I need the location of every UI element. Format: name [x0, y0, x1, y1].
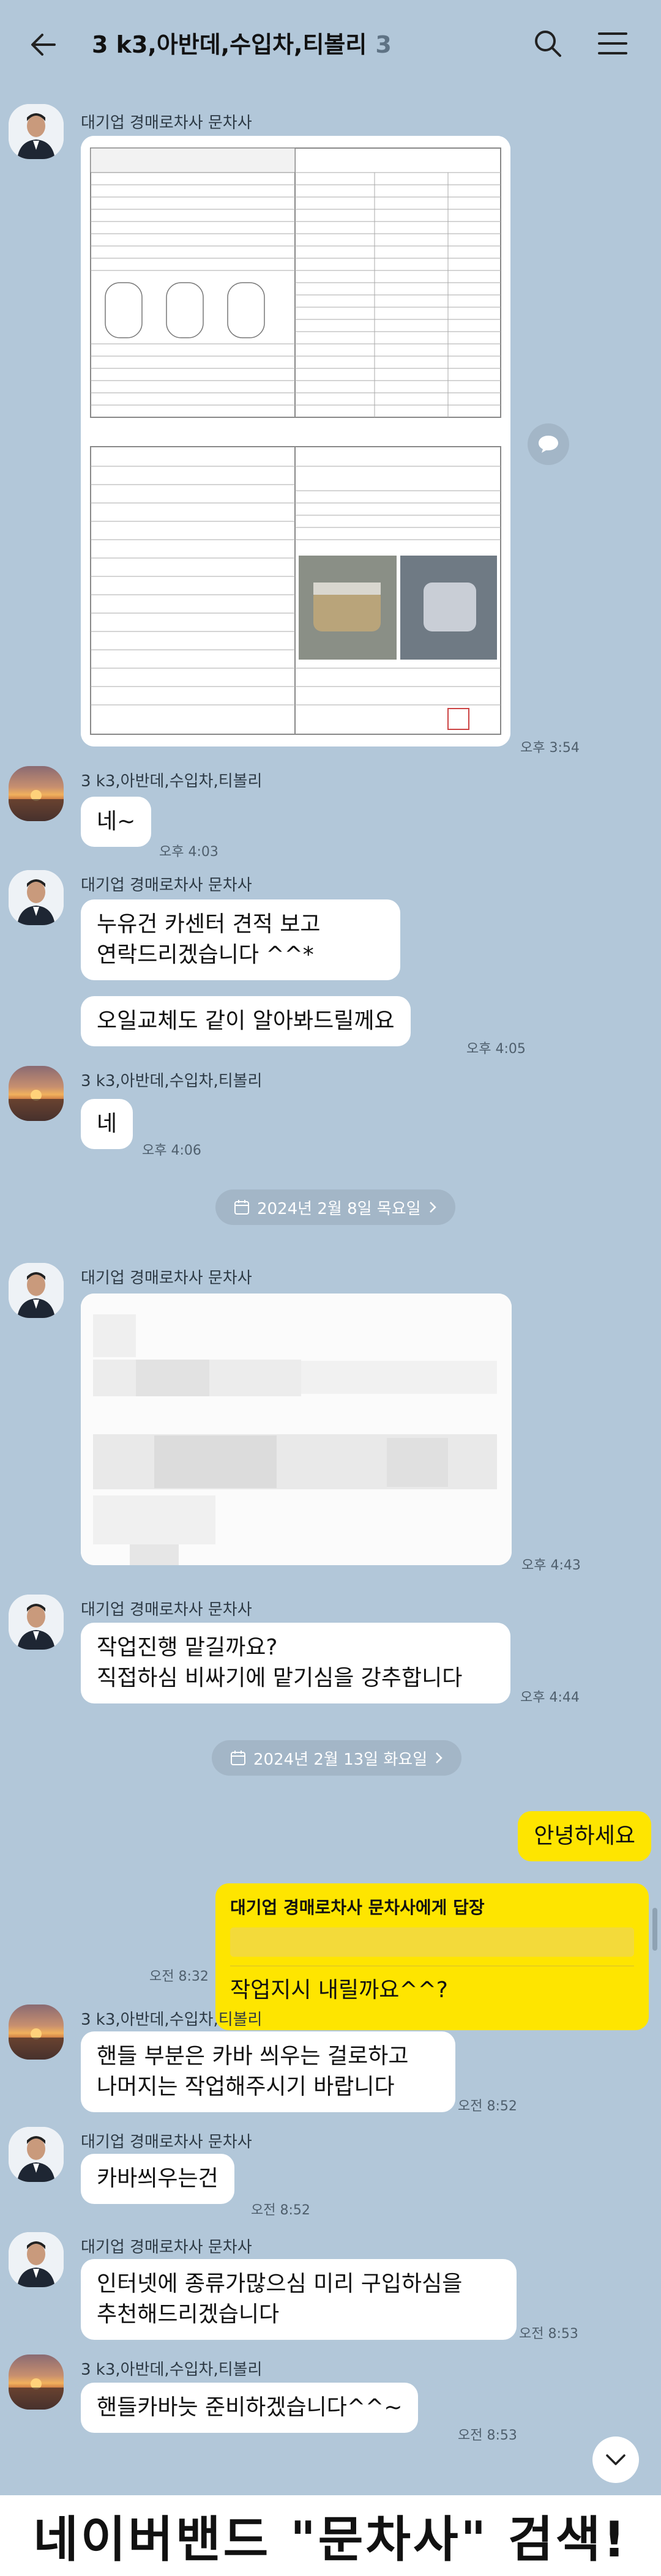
- message-line: 나머지는 작업해주시기 바랍니다: [97, 2074, 395, 2099]
- avatar[interactable]: [9, 1263, 64, 1318]
- scrollbar[interactable]: [652, 1908, 657, 1951]
- blurred-image-content: [81, 1294, 512, 1565]
- chevron-right-icon: [429, 1202, 436, 1213]
- date-divider[interactable]: 2024년 2월 8일 목요일: [215, 1189, 455, 1225]
- sender-name: 대기업 경매로차사 문차사: [81, 1269, 252, 1287]
- calendar-icon: [234, 1200, 249, 1215]
- member-count: 3: [375, 31, 392, 58]
- avatar[interactable]: [9, 104, 64, 159]
- person-avatar-icon: [9, 1595, 64, 1650]
- message-bubble[interactable]: 작업진행 맡길까요? 직접하심 비싸기에 맡기심을 강추합니다: [81, 1623, 510, 1703]
- promo-banner: 네이버밴드 "문차사" 검색!: [0, 2495, 661, 2576]
- hamburger-menu-icon: [598, 32, 627, 54]
- message-bubble[interactable]: 오일교체도 같이 알아봐드릴께요: [81, 996, 411, 1046]
- back-button[interactable]: [22, 23, 65, 66]
- message-bubble[interactable]: 핸들카바늣 준비하겠습니다^^~: [81, 2383, 419, 2433]
- menu-button[interactable]: [591, 22, 634, 65]
- my-message-bubble[interactable]: 안녕하세요: [518, 1811, 651, 1861]
- inspection-report-image: [81, 136, 510, 746]
- sunset-avatar-icon: [9, 2028, 64, 2060]
- calendar-icon: [231, 1751, 245, 1765]
- message-time: 오후 4:06: [142, 1143, 201, 1158]
- message-bubble[interactable]: 카바씌우는건: [81, 2154, 234, 2204]
- message-line: 인터넷에 종류가많으심 미리 구입하심을: [97, 2271, 463, 2296]
- sender-name: 대기업 경매로차사 문차사: [81, 114, 252, 132]
- person-avatar-icon: [9, 870, 64, 925]
- person-avatar-icon: [9, 1263, 64, 1318]
- message-bubble[interactable]: 핸들 부분은 카바 씌우는 걸로하고 나머지는 작업해주시기 바랍니다: [81, 2031, 455, 2112]
- message-line: 추천해드리겠습니다: [97, 2302, 280, 2327]
- message-time: 오전 8:52: [458, 2099, 517, 2114]
- document-image[interactable]: [81, 136, 510, 746]
- message-time: 오후 4:05: [466, 1041, 526, 1057]
- sunset-avatar-icon: [9, 2378, 64, 2410]
- sender-name: 3 k3,아반데,수입차,티볼리: [81, 2011, 263, 2029]
- avatar[interactable]: [9, 2005, 64, 2060]
- sender-name: 3 k3,아반데,수입차,티볼리: [81, 1072, 263, 1090]
- scroll-to-bottom-button[interactable]: [592, 2436, 639, 2483]
- avatar[interactable]: [9, 1066, 64, 1121]
- sunset-avatar-icon: [9, 790, 64, 821]
- share-button[interactable]: [528, 423, 569, 465]
- search-icon: [535, 31, 561, 57]
- message-line: 누유건 카센터 견적 보고: [97, 912, 321, 937]
- back-arrow-icon: [31, 34, 56, 56]
- chat-title: 3 k3,아반데,수입차,티볼리 3: [92, 26, 392, 59]
- search-button[interactable]: [526, 22, 569, 65]
- message-line: 핸들 부분은 카바 씌우는 걸로하고: [97, 2044, 409, 2069]
- sender-name: 대기업 경매로차사 문차사: [81, 2133, 252, 2151]
- sender-name: 3 k3,아반데,수입차,티볼리: [81, 772, 263, 791]
- message-time: 오전 8:53: [519, 2326, 578, 2342]
- message-time: 오후 4:43: [521, 1558, 581, 1573]
- date-text: 2024년 2월 13일 화요일: [253, 1750, 428, 1769]
- sender-name: 대기업 경매로차사 문차사: [81, 1601, 252, 1619]
- chat-header: 3 k3,아반데,수입차,티볼리 3: [0, 0, 661, 86]
- message-time: 오전 8:53: [458, 2428, 517, 2443]
- reply-message-text: 작업지시 내릴까요^^?: [230, 1978, 448, 2003]
- chevron-down-icon: [606, 2454, 626, 2465]
- share-bubble-icon: [539, 436, 558, 453]
- avatar[interactable]: [9, 2355, 64, 2410]
- message-bubble[interactable]: 네~: [81, 797, 152, 847]
- avatar[interactable]: [9, 2127, 64, 2182]
- person-avatar-icon: [9, 104, 64, 159]
- chevron-right-icon: [436, 1752, 443, 1763]
- message-time: 오후 4:44: [520, 1690, 580, 1705]
- avatar[interactable]: [9, 2232, 64, 2287]
- avatar[interactable]: [9, 766, 64, 821]
- avatar[interactable]: [9, 1595, 64, 1650]
- message-bubble[interactable]: 인터넷에 종류가많으심 미리 구입하심을 추천해드리겠습니다: [81, 2259, 517, 2340]
- date-divider[interactable]: 2024년 2월 13일 화요일: [212, 1740, 462, 1776]
- date-text: 2024년 2월 8일 목요일: [257, 1199, 421, 1218]
- sender-name: 대기업 경매로차사 문차사: [81, 876, 252, 895]
- person-avatar-icon: [9, 2232, 64, 2287]
- message-time: 오전 8:52: [251, 2203, 310, 2218]
- message-time: 오후 4:03: [159, 844, 218, 860]
- avatar[interactable]: [9, 870, 64, 925]
- sender-name: 대기업 경매로차사 문차사: [81, 2238, 252, 2257]
- message-bubble[interactable]: 네: [81, 1099, 133, 1149]
- message-bubble[interactable]: 누유건 카센터 견적 보고 연락드리겠습니다 ^^*: [81, 899, 400, 980]
- message-line: 작업진행 맡길까요?: [97, 1635, 278, 1660]
- message-line: 직접하심 비싸기에 맡기심을 강추합니다: [97, 1666, 463, 1691]
- chat-title-text: 3 k3,아반데,수입차,티볼리: [92, 31, 367, 58]
- my-reply-bubble[interactable]: 대기업 경매로차사 문차사에게 답장 작업지시 내릴까요^^?: [215, 1883, 649, 2030]
- message-time: 오후 3:54: [520, 740, 580, 756]
- reply-preview-blurred: [230, 1927, 634, 1957]
- reply-header: 대기업 경매로차사 문차사에게 답장: [230, 1897, 485, 1918]
- sunset-avatar-icon: [9, 1090, 64, 1121]
- person-avatar-icon: [9, 2127, 64, 2182]
- message-line: 연락드리겠습니다 ^^*: [97, 942, 314, 967]
- sender-name: 3 k3,아반데,수입차,티볼리: [81, 2361, 263, 2379]
- message-time: 오전 8:32: [149, 1969, 209, 1984]
- blurred-image[interactable]: [81, 1294, 512, 1565]
